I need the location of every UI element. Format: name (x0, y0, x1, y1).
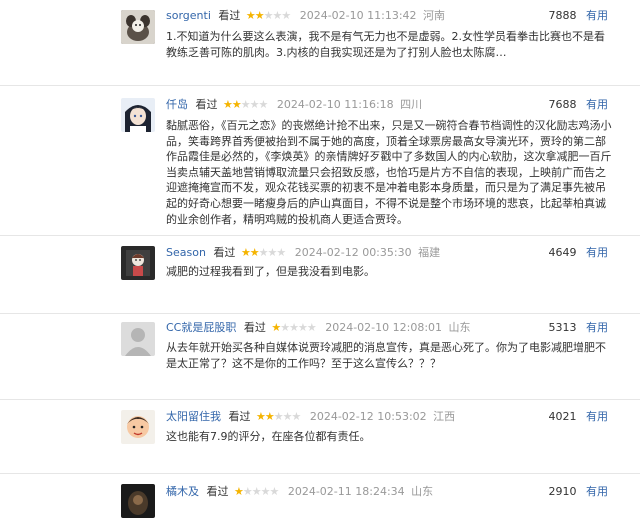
review-location: 四川 (400, 98, 423, 111)
vote-area: 2910 有用 (549, 484, 609, 500)
review-time: 2024-02-12 10:53:02 (309, 410, 427, 423)
review-location: 山东 (448, 321, 471, 334)
watched-label: 看过 (206, 485, 229, 498)
review-content: 黏腻恶俗，《百元之恋》的丧燃绝计抢不出来，只是又一碗符合春节档调性的汉化励志鸡汤… (166, 119, 612, 226)
watched-label: 看过 (228, 410, 251, 423)
vote-area: 7888 有用 (549, 8, 609, 24)
avatar[interactable] (121, 410, 155, 444)
review-location: 福建 (418, 246, 441, 259)
avatar[interactable] (121, 484, 155, 518)
review-item: CC就是屁股职 看过 ★★★★★ 2024-02-10 12:08:01 山东 … (0, 313, 640, 400)
rating-stars: ★★★★★ (240, 246, 286, 259)
avatar[interactable] (121, 98, 155, 132)
vote-area: 5313 有用 (549, 320, 609, 336)
review-time: 2024-02-11 18:24:34 (287, 485, 405, 498)
review-time: 2024-02-10 11:16:18 (276, 98, 394, 111)
review-location: 山东 (411, 485, 434, 498)
rating-stars: ★★★★★ (245, 9, 291, 22)
avatar[interactable] (121, 10, 155, 44)
review-meta: 仟岛 看过 ★★★★★ 2024-02-10 11:16:18 四川 (166, 97, 422, 113)
review-location: 河南 (423, 9, 446, 22)
username-link[interactable]: 橘木及 (166, 485, 199, 498)
watched-label: 看过 (213, 246, 236, 259)
review-item: 太阳留住我 看过 ★★★★★ 2024-02-12 10:53:02 江西 40… (0, 399, 640, 474)
vote-count: 4649 (548, 246, 577, 259)
watched-label: 看过 (243, 321, 266, 334)
review-location: 江西 (433, 410, 456, 423)
avatar[interactable] (121, 246, 155, 280)
useful-button[interactable]: 有用 (586, 485, 608, 498)
useful-button[interactable]: 有用 (586, 9, 608, 22)
vote-count: 7688 (548, 98, 577, 111)
rating-stars: ★★★★★ (223, 98, 268, 111)
rating-stars: ★★★★★ (234, 485, 279, 498)
useful-button[interactable]: 有用 (586, 321, 608, 334)
review-meta: CC就是屁股职 看过 ★★★★★ 2024-02-10 12:08:01 山东 (166, 320, 471, 336)
review-list: sorgenti 看过 ★★★★★ 2024-02-10 11:13:42 河南… (0, 0, 640, 518)
review-time: 2024-02-10 12:08:01 (325, 321, 443, 334)
username-link[interactable]: Season (166, 246, 206, 259)
vote-count: 7888 (548, 9, 577, 22)
username-link[interactable]: 仟岛 (166, 98, 188, 111)
review-content: 1.不知道为什么要这么表演，我不是有气无力也不是虚弱。2.女性学员看拳击比赛也不… (166, 30, 605, 59)
review-meta: sorgenti 看过 ★★★★★ 2024-02-10 11:13:42 河南 (166, 8, 445, 24)
rating-stars: ★★★★★ (256, 410, 301, 423)
review-meta: 太阳留住我 看过 ★★★★★ 2024-02-12 10:53:02 江西 (166, 409, 455, 425)
review-meta: Season 看过 ★★★★★ 2024-02-12 00:35:30 福建 (166, 245, 440, 261)
review-item: 橘木及 看过 ★★★★★ 2024-02-11 18:24:34 山东 2910… (0, 473, 640, 518)
vote-count: 5313 (548, 321, 577, 334)
review-content: 从去年就开始买各种自媒体说贾玲减肥的消息宣传，真是恶心死了。你为了电影减肥增肥不… (166, 341, 606, 370)
review-item: sorgenti 看过 ★★★★★ 2024-02-10 11:13:42 河南… (0, 0, 640, 85)
vote-count: 2910 (548, 485, 577, 498)
review-meta: 橘木及 看过 ★★★★★ 2024-02-11 18:24:34 山东 (166, 484, 433, 500)
vote-area: 7688 有用 (549, 97, 609, 113)
review-item: Season 看过 ★★★★★ 2024-02-12 00:35:30 福建 4… (0, 235, 640, 314)
useful-button[interactable]: 有用 (586, 246, 608, 259)
vote-count: 4021 (548, 410, 577, 423)
useful-button[interactable]: 有用 (586, 410, 608, 423)
useful-button[interactable]: 有用 (586, 98, 608, 111)
vote-area: 4649 有用 (549, 245, 609, 261)
username-link[interactable]: 太阳留住我 (166, 410, 221, 423)
review-item: 仟岛 看过 ★★★★★ 2024-02-10 11:16:18 四川 7688 … (0, 85, 640, 236)
username-link[interactable]: CC就是屁股职 (166, 321, 236, 334)
review-content: 减肥的过程我看到了，但是我没看到电影。 (166, 265, 375, 278)
review-content: 这也能有7.9的评分，在座各位都有责任。 (166, 430, 371, 443)
review-time: 2024-02-12 00:35:30 (294, 246, 412, 259)
review-time: 2024-02-10 11:13:42 (299, 9, 417, 22)
vote-area: 4021 有用 (549, 409, 609, 425)
username-link[interactable]: sorgenti (166, 9, 211, 22)
watched-label: 看过 (195, 98, 218, 111)
rating-stars: ★★★★★ (271, 321, 316, 334)
watched-label: 看过 (218, 9, 241, 22)
avatar[interactable] (121, 322, 155, 356)
